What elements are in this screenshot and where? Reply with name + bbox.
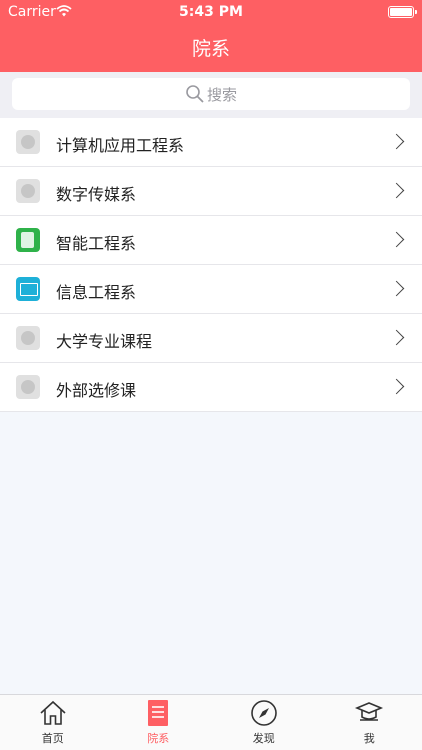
chevron-right-icon xyxy=(388,133,405,150)
tab-bar: 首页 院系 发现 我 xyxy=(0,694,422,750)
placeholder-icon xyxy=(16,130,40,154)
search-icon xyxy=(186,85,204,103)
clock: 5:43 PM xyxy=(179,4,243,20)
list-item-label: 计算机应用工程系 xyxy=(56,136,185,155)
green-book-icon xyxy=(16,228,40,252)
placeholder-icon xyxy=(16,375,40,399)
list-item[interactable]: 智能工程系 xyxy=(0,216,422,265)
tab-label: 发现 xyxy=(252,732,275,745)
cyan-screen-icon xyxy=(16,277,40,301)
tab-departments[interactable]: 院系 xyxy=(106,695,212,750)
placeholder-icon xyxy=(16,326,40,350)
list-item[interactable]: 信息工程系 xyxy=(0,265,422,314)
tab-home[interactable]: 首页 xyxy=(0,695,106,750)
tab-label: 我 xyxy=(363,732,375,745)
battery-icon xyxy=(388,6,417,18)
placeholder-icon xyxy=(16,179,40,203)
chevron-right-icon xyxy=(388,231,405,248)
list-item-label: 智能工程系 xyxy=(56,234,137,253)
status-bar: Carrier 5:43 PM xyxy=(0,0,422,24)
graduation-cap-icon xyxy=(355,702,384,721)
chevron-right-icon xyxy=(388,280,405,297)
chevron-right-icon xyxy=(388,329,405,346)
chevron-right-icon xyxy=(388,182,405,199)
list-item[interactable]: 大学专业课程 xyxy=(0,314,422,363)
search-input[interactable]: 搜索 xyxy=(12,78,410,110)
top-bar: Carrier 5:43 PM 院系 xyxy=(0,0,422,72)
list-item-label: 数字传媒系 xyxy=(56,185,137,204)
list-item-label: 外部选修课 xyxy=(56,381,137,400)
compass-icon xyxy=(250,700,277,726)
page-title: 院系 xyxy=(191,38,230,60)
list-item[interactable]: 外部选修课 xyxy=(0,363,422,412)
list-item[interactable]: 数字传媒系 xyxy=(0,167,422,216)
list-item-label: 大学专业课程 xyxy=(56,332,153,351)
chevron-right-icon xyxy=(388,378,405,395)
search-bar: 搜索 xyxy=(0,72,422,118)
tab-label: 首页 xyxy=(41,732,64,745)
tab-label: 院系 xyxy=(147,732,170,745)
home-icon xyxy=(40,700,66,725)
list-item-label: 信息工程系 xyxy=(56,283,137,302)
list-icon xyxy=(148,700,169,726)
list-item[interactable]: 计算机应用工程系 xyxy=(0,118,422,167)
tab-discover[interactable]: 发现 xyxy=(211,695,317,750)
search-placeholder: 搜索 xyxy=(206,85,237,104)
department-list: 计算机应用工程系 数字传媒系 智能工程系 信息工程系 大学专业课程 外部选修课 xyxy=(0,118,422,412)
tab-me[interactable]: 我 xyxy=(317,695,422,750)
